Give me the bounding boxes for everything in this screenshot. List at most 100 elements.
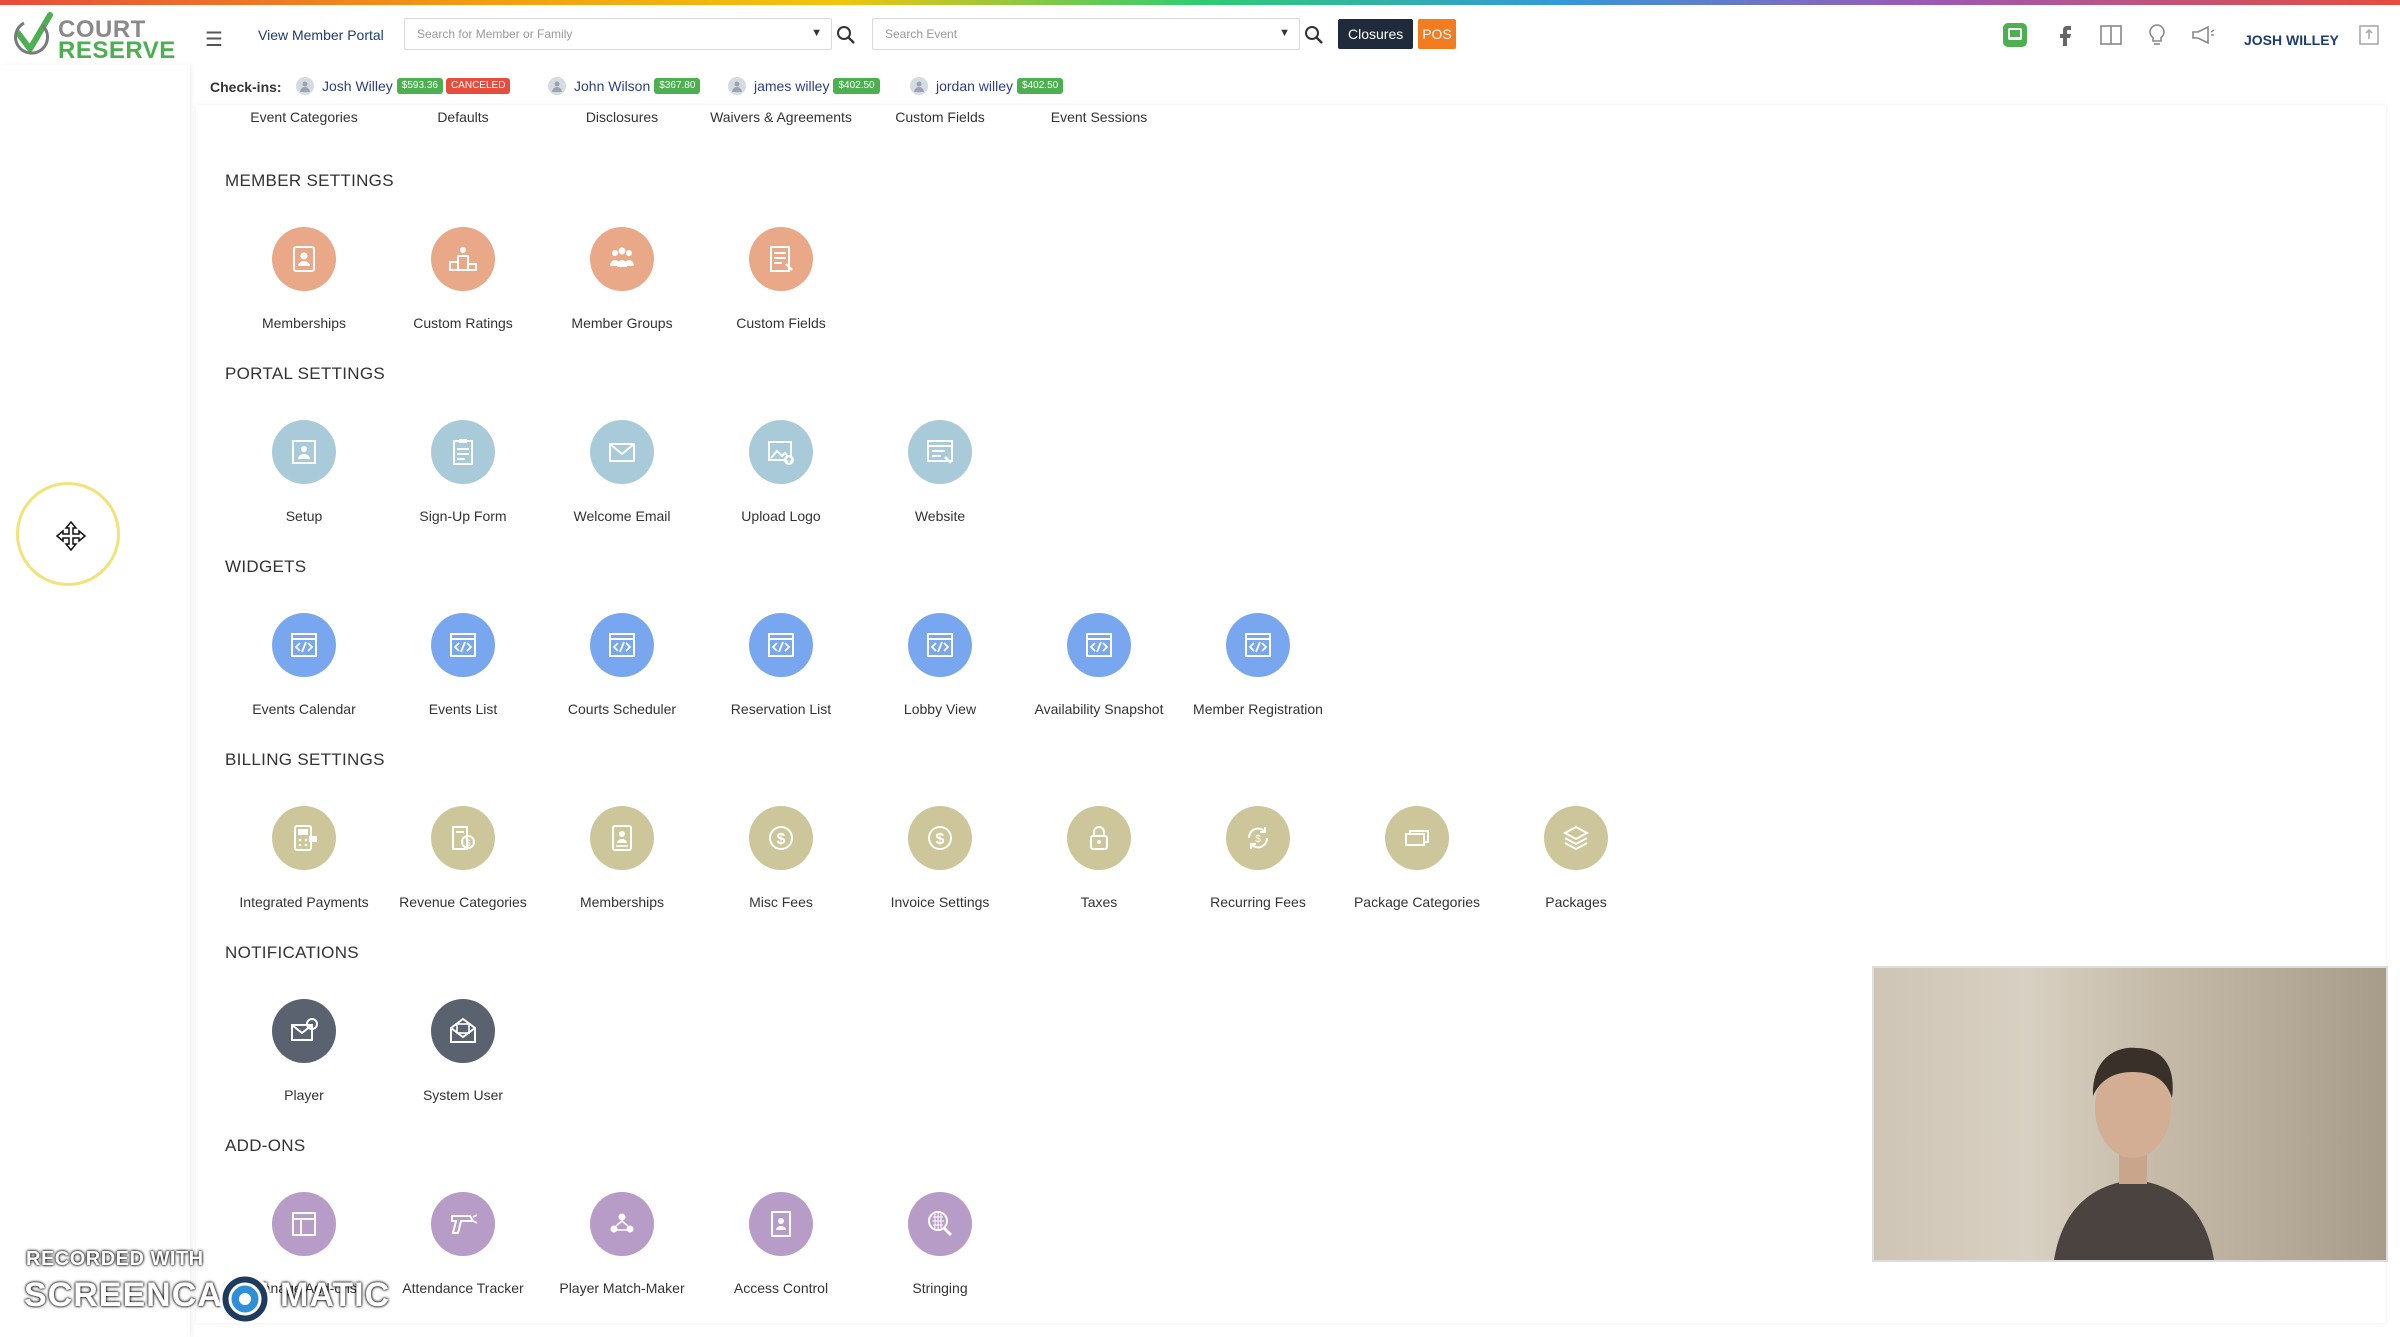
member-memberships-tile[interactable]: Memberships (224, 227, 384, 347)
logo-text-reserve: RESERVE (58, 37, 176, 64)
member-custom-ratings-tile[interactable]: Custom Ratings (383, 227, 543, 347)
hamburger-menu-icon[interactable]: ☰ (205, 27, 223, 52)
member-custom-fields-tile[interactable]: Custom Fields (701, 227, 861, 347)
event-search-input[interactable] (873, 19, 1299, 49)
search-icon[interactable] (836, 25, 856, 45)
billing-misc-fees-tile[interactable]: $ Misc Fees (701, 806, 861, 926)
member-groups-tile[interactable]: Member Groups (542, 227, 702, 347)
tile-label: Attendance Tracker (402, 1280, 524, 1296)
addon-attendance-tracker-tile[interactable]: Attendance Tracker (383, 1192, 543, 1312)
code-window-icon (1067, 613, 1131, 677)
widget-courts-scheduler-tile[interactable]: Courts Scheduler (542, 613, 702, 733)
event-categories-link[interactable]: Event Categories (224, 109, 384, 125)
mail-notification-icon (272, 999, 336, 1063)
checkin-amount-badge: $402.50 (1017, 78, 1064, 94)
widget-lobby-view-tile[interactable]: Lobby View (860, 613, 1020, 733)
portal-welcome-email-tile[interactable]: Welcome Email (542, 420, 702, 540)
billing-invoice-settings-tile[interactable]: $ Invoice Settings (860, 806, 1020, 926)
checkin-item[interactable]: jordan willey $402.50 (910, 76, 1066, 96)
event-disclosures-link[interactable]: Disclosures (542, 109, 702, 125)
checkin-item[interactable]: Josh Willey $593.36 CANCELED (296, 76, 513, 96)
code-window-icon (749, 613, 813, 677)
event-search-box[interactable]: ▼ (872, 18, 1300, 50)
portal-setup-tile[interactable]: Setup (224, 420, 384, 540)
layout-icon (272, 1192, 336, 1256)
tile-label: Packages (1545, 894, 1607, 910)
notification-player-tile[interactable]: Player (224, 999, 384, 1119)
tile-label: Upload Logo (741, 508, 821, 524)
network-users-icon (590, 1192, 654, 1256)
portal-settings-title: PORTAL SETTINGS (225, 364, 386, 383)
checkin-name[interactable]: John Wilson (574, 78, 650, 94)
closures-button[interactable]: Closures (1338, 19, 1414, 49)
tile-label: Setup (285, 508, 323, 524)
avatar-icon (548, 77, 566, 95)
code-window-icon (272, 613, 336, 677)
event-waivers-link[interactable]: Waivers & Agreements (701, 109, 861, 125)
event-custom-fields-link[interactable]: Custom Fields (860, 109, 1020, 125)
view-member-portal-link[interactable]: View Member Portal (258, 27, 384, 43)
cards-icon (1385, 806, 1449, 870)
user-name-menu[interactable]: JOSH WILLEY (2244, 32, 2339, 48)
event-sessions-link[interactable]: Event Sessions (1019, 109, 1179, 125)
tile-label: Member Registration (1193, 701, 1323, 717)
checkin-item[interactable]: james willey $402.50 (728, 76, 883, 96)
form-icon (749, 227, 813, 291)
checkin-item[interactable]: John Wilson $367.80 (548, 76, 703, 96)
portal-website-tile[interactable]: Website (860, 420, 1020, 540)
widget-availability-snapshot-tile[interactable]: Availability Snapshot (1019, 613, 1179, 733)
checkmark-logo-icon (14, 12, 53, 55)
book-icon[interactable] (2098, 22, 2124, 48)
billing-settings-title: BILLING SETTINGS (225, 750, 385, 769)
clipboard-icon (431, 420, 495, 484)
member-search-input[interactable] (405, 19, 831, 49)
watermark-matic: MATIC (280, 1276, 391, 1314)
website-icon (908, 420, 972, 484)
move-cursor-icon (55, 520, 87, 552)
tile-label: Lobby View (903, 701, 977, 717)
portal-upload-logo-tile[interactable]: Upload Logo (701, 420, 861, 540)
tile-label: Package Categories (1353, 894, 1481, 910)
portal-setup-icon (272, 420, 336, 484)
portal-signup-form-tile[interactable]: Sign-Up Form (383, 420, 543, 540)
widget-member-registration-tile[interactable]: Member Registration (1178, 613, 1338, 733)
facebook-icon[interactable] (2052, 22, 2078, 48)
court-reserve-logo[interactable]: COURT RESERVE (14, 11, 175, 63)
billing-package-categories-tile[interactable]: Package Categories (1337, 806, 1497, 926)
envelope-icon (590, 420, 654, 484)
addon-stringing-tile[interactable]: Stringing (860, 1192, 1020, 1312)
event-defaults-link[interactable]: Defaults (383, 109, 543, 125)
lock-icon (1067, 806, 1131, 870)
billing-memberships-tile[interactable]: Memberships (542, 806, 702, 926)
billing-revenue-categories-tile[interactable]: $ Revenue Categories (383, 806, 543, 926)
widget-reservation-list-tile[interactable]: Reservation List (701, 613, 861, 733)
checkins-label: Check-ins: (210, 79, 282, 95)
pos-button[interactable]: POS (1418, 19, 1456, 49)
billing-packages-tile[interactable]: Packages (1496, 806, 1656, 926)
widget-events-list-tile[interactable]: Events List (383, 613, 543, 733)
tile-label: Events List (428, 701, 498, 717)
checkin-name[interactable]: Josh Willey (322, 78, 393, 94)
lightbulb-icon[interactable] (2144, 22, 2170, 48)
checkin-name[interactable]: james willey (754, 78, 829, 94)
logout-icon[interactable] (2356, 22, 2382, 48)
membership-card-icon (590, 806, 654, 870)
billing-taxes-tile[interactable]: Taxes (1019, 806, 1179, 926)
recurring-icon: $ (1226, 806, 1290, 870)
tile-label: Player Match-Maker (559, 1280, 685, 1296)
chevron-down-icon[interactable]: ▼ (811, 27, 822, 39)
megaphone-icon[interactable] (2190, 22, 2216, 48)
addon-player-match-maker-tile[interactable]: Player Match-Maker (542, 1192, 702, 1312)
addon-access-control-tile[interactable]: Access Control (701, 1192, 861, 1312)
notification-system-user-tile[interactable]: System User (383, 999, 543, 1119)
search-icon[interactable] (1304, 25, 1324, 45)
checkin-name[interactable]: jordan willey (936, 78, 1013, 94)
checkin-status-badge: CANCELED (445, 78, 511, 94)
member-search-box[interactable]: ▼ (404, 18, 832, 50)
widget-events-calendar-tile[interactable]: Events Calendar (224, 613, 384, 733)
chevron-down-icon[interactable]: ▼ (1279, 27, 1290, 39)
billing-recurring-fees-tile[interactable]: $ Recurring Fees (1178, 806, 1338, 926)
tile-label: Events Calendar (252, 701, 356, 717)
billing-integrated-payments-tile[interactable]: Integrated Payments (224, 806, 384, 926)
chat-icon[interactable] (2002, 22, 2028, 48)
